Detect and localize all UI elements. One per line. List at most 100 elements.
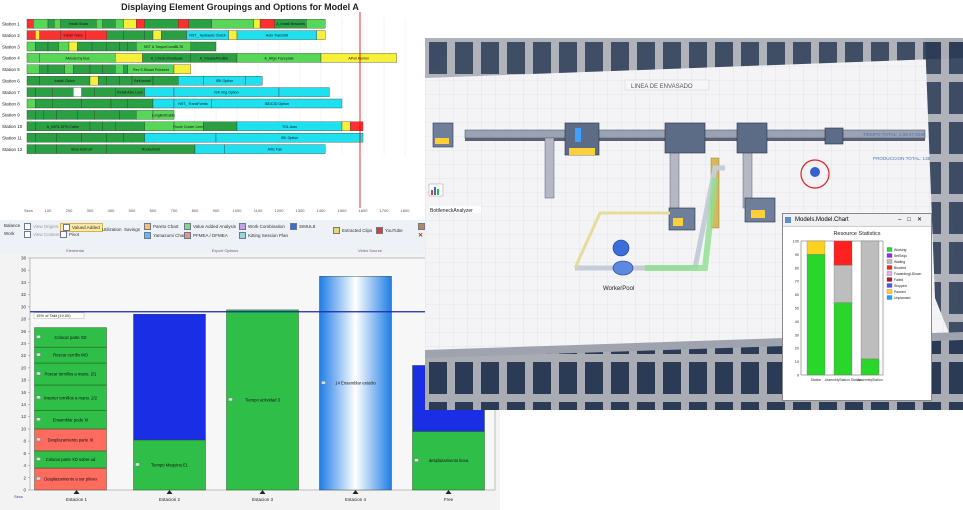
timeline-block[interactable]: [194, 144, 225, 154]
resource-bar-segment[interactable]: [833, 240, 853, 266]
timeline-block[interactable]: [54, 19, 61, 29]
timeline-block[interactable]: [123, 64, 128, 74]
timeline-block[interactable]: [110, 98, 128, 109]
timeline-block[interactable]: [64, 64, 74, 74]
close-icon[interactable]: ✕: [917, 217, 928, 223]
timeline-block[interactable]: [73, 64, 91, 74]
view-origins-button[interactable]: View Origins: [24, 223, 58, 230]
simul8-button[interactable]: SIMUL8: [290, 223, 315, 230]
timeline-block[interactable]: [119, 110, 137, 120]
timeline-block[interactable]: [228, 30, 238, 40]
timeline-block[interactable]: [35, 144, 57, 154]
timeline-block[interactable]: [136, 110, 154, 120]
timeline-block[interactable]: [35, 87, 53, 97]
timeline-block[interactable]: [115, 53, 143, 63]
timeline-block[interactable]: [188, 19, 212, 29]
timeline-block[interactable]: [127, 41, 137, 52]
timeline-block[interactable]: [81, 98, 112, 109]
resource-bar-segment[interactable]: [806, 254, 826, 376]
timeline-block[interactable]: [106, 30, 124, 40]
resource-bar-segment[interactable]: [806, 240, 826, 255]
timeline-block[interactable]: [253, 19, 261, 29]
timeline-block[interactable]: [26, 98, 36, 109]
timeline-block[interactable]: [341, 121, 351, 131]
timeline-block[interactable]: [102, 121, 116, 131]
timeline-block[interactable]: [35, 98, 53, 109]
resource-bar-segment[interactable]: [833, 302, 853, 376]
model-chart-window[interactable]: Models.Model.Chart –□✕ Resource Statisti…: [782, 213, 932, 401]
timeline-block[interactable]: [119, 41, 128, 52]
yamazumi-chart-button[interactable]: Yamazumi Chart: [144, 232, 186, 239]
timeline-block[interactable]: [115, 19, 124, 29]
timeline-block[interactable]: [89, 76, 99, 86]
timeline-block[interactable]: [77, 41, 93, 52]
resource-bar-segment[interactable]: [860, 240, 880, 360]
view-content-button[interactable]: View Content: [24, 231, 60, 238]
timeline-block[interactable]: [152, 76, 179, 86]
timeline-block[interactable]: [123, 133, 145, 143]
workerpool-object[interactable]: [612, 239, 630, 257]
timeline-block[interactable]: [26, 110, 36, 120]
timeline-block[interactable]: [94, 87, 116, 97]
timeline-block[interactable]: [136, 19, 145, 29]
timeline-block[interactable]: [316, 30, 326, 40]
timeline-block[interactable]: [91, 41, 107, 52]
pfmea-button[interactable]: PFMEA / DFMEA: [184, 232, 228, 239]
timeline-block[interactable]: [35, 110, 44, 120]
timeline-block[interactable]: [102, 64, 116, 74]
timeline-block[interactable]: [39, 30, 61, 40]
timeline-block[interactable]: [123, 30, 145, 40]
timeline-block[interactable]: [77, 110, 95, 120]
pivot-button[interactable]: Pivot: [60, 231, 79, 238]
timeline-block[interactable]: [123, 19, 137, 29]
timeline-block[interactable]: [89, 64, 103, 74]
timeline-block[interactable]: [144, 133, 217, 143]
minimize-icon[interactable]: –: [898, 217, 907, 223]
maximize-icon[interactable]: □: [907, 217, 917, 223]
kitting-session-plan-button[interactable]: Kitting Session Plan: [239, 232, 288, 239]
timeline-block[interactable]: [102, 19, 116, 29]
timeline-block[interactable]: [211, 19, 254, 29]
timeline-block[interactable]: [26, 30, 36, 40]
timeline-block[interactable]: [119, 76, 133, 86]
timeline-block[interactable]: [144, 30, 154, 40]
pareto-chart-button[interactable]: Pareto Chart: [144, 223, 179, 230]
timeline-block[interactable]: [178, 19, 189, 29]
timeline-block[interactable]: [35, 133, 57, 143]
timeline-block[interactable]: [58, 41, 70, 52]
timeline-block[interactable]: [35, 41, 49, 52]
timeline-block[interactable]: [106, 76, 120, 86]
timeline-block[interactable]: [39, 64, 49, 74]
timeline-block[interactable]: [161, 30, 187, 40]
timeline-block[interactable]: [115, 64, 124, 74]
timeline-block[interactable]: [106, 41, 120, 52]
resource-bar-segment[interactable]: [860, 358, 880, 376]
work-button[interactable]: Work: [4, 231, 14, 236]
timeline-block[interactable]: [144, 121, 175, 131]
timeline-block[interactable]: [152, 98, 175, 109]
timeline-block[interactable]: [52, 98, 82, 109]
timeline-block[interactable]: [33, 19, 49, 29]
timeline-block[interactable]: [47, 41, 59, 52]
timeline-block[interactable]: [81, 87, 95, 97]
timeline-block[interactable]: [35, 30, 40, 40]
timeline-block[interactable]: [52, 87, 74, 97]
timeline-block[interactable]: [26, 133, 36, 143]
timeline-block[interactable]: [173, 64, 191, 74]
timeline-block[interactable]: [26, 76, 40, 86]
work-combination-button[interactable]: Work Combination: [239, 223, 285, 230]
timeline-block[interactable]: [26, 144, 36, 154]
timeline-block[interactable]: [73, 87, 82, 97]
timeline-block[interactable]: [144, 19, 179, 29]
timeline-block[interactable]: [68, 41, 78, 52]
resource-bar-segment[interactable]: [833, 264, 853, 303]
timeline-block[interactable]: [190, 41, 217, 52]
timeline-block[interactable]: [56, 133, 82, 143]
timeline-block[interactable]: [203, 121, 238, 131]
timeline-block[interactable]: [115, 121, 145, 131]
timeline-block[interactable]: [178, 76, 204, 86]
timeline-block[interactable]: [89, 121, 103, 131]
timeline-block[interactable]: [306, 19, 326, 29]
savings-button[interactable]: Savings: [124, 227, 140, 232]
timeline-block[interactable]: [144, 87, 175, 97]
